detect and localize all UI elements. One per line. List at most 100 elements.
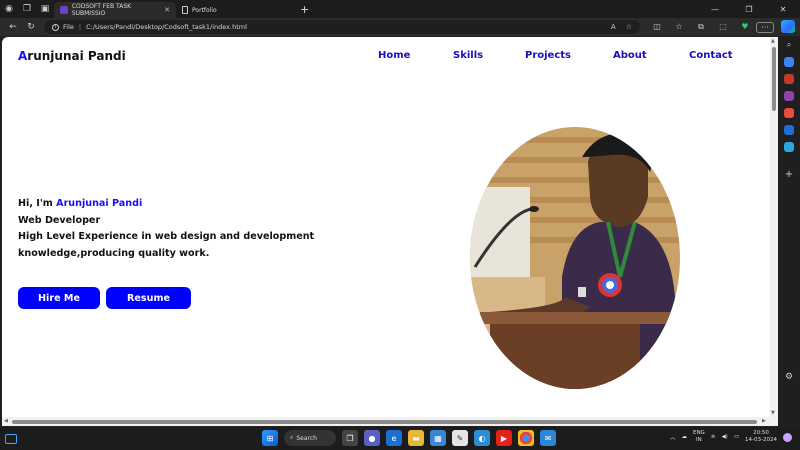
office-icon[interactable]	[784, 108, 794, 118]
favorites-icon[interactable]: ☆	[668, 22, 690, 33]
lang-bottom: IN	[696, 437, 702, 443]
page-viewport: Arunjunai Pandi Home Skills Projects Abo…	[2, 37, 778, 426]
vscode-icon[interactable]: ◐	[474, 430, 490, 446]
outlook-icon[interactable]	[784, 125, 794, 135]
forms-favicon-icon	[60, 6, 68, 14]
address-bar[interactable]: i File | C:/Users/Pandi/Desktop/Codsoft_…	[44, 20, 640, 34]
new-tab-icon[interactable]: +	[300, 3, 309, 16]
profile-icon[interactable]: ◉	[0, 0, 18, 18]
nav-contact[interactable]: Contact	[689, 50, 733, 61]
clock-date: 14-03-2024	[745, 437, 777, 443]
taskbar-apps: ⊞ ⌕ Search ❐ ● e ▬ ▦ ✎ ◐ ▶ ✉	[262, 430, 556, 446]
nav-home[interactable]: Home	[378, 50, 410, 61]
settings-icon[interactable]: ⚙	[784, 372, 794, 382]
cloud-icon[interactable]: ☁	[681, 434, 687, 440]
system-tray: ︿ ☁ ENG IN ≋ ◀) ▭ 20:50 14-03-2024	[670, 430, 792, 444]
more-options-icon[interactable]: ···	[756, 21, 774, 33]
url-text: C:/Users/Pandi/Desktop/Codsoft_task1/ind…	[86, 23, 247, 31]
search-icon: ⌕	[290, 434, 294, 441]
close-window-icon[interactable]: ✕	[766, 5, 800, 14]
scroll-down-icon[interactable]: ▼	[771, 410, 775, 416]
taskbar-search[interactable]: ⌕ Search	[284, 430, 336, 446]
scheme-label: File	[63, 23, 74, 31]
search-label: Search	[296, 434, 317, 442]
taskbar: ⊞ ⌕ Search ❐ ● e ▬ ▦ ✎ ◐ ▶ ✉ ︿ ☁ ENG IN …	[0, 427, 800, 450]
horizontal-scrollbar[interactable]: ◀ ▶	[2, 417, 778, 426]
tab-portfolio[interactable]: Portfolio	[176, 2, 296, 18]
mail-icon[interactable]: ✉	[540, 430, 556, 446]
collections-icon[interactable]: ⧉	[690, 22, 712, 33]
task-view-icon[interactable]: ❐	[342, 430, 358, 446]
logo-rest: runjunai Pandi	[27, 49, 126, 63]
edge-sidebar: ⌕ + ⚙	[778, 36, 800, 427]
restore-icon[interactable]: ❐	[732, 5, 766, 14]
intro-text: Hi, I'm Arunjunai Pandi Web Developer Hi…	[18, 196, 314, 262]
tab-codsoft[interactable]: CODSOFT FEB TASK SUBMISSIO ✕	[54, 2, 176, 18]
notepad-icon[interactable]: ✎	[452, 430, 468, 446]
store-icon[interactable]: ▦	[430, 430, 446, 446]
read-aloud-icon[interactable]: A	[611, 23, 616, 31]
vertical-scrollbar[interactable]: ▲ ▼	[770, 37, 778, 417]
send-icon[interactable]	[784, 142, 794, 152]
lang-top: ENG	[692, 430, 705, 436]
profile-photo	[470, 127, 680, 389]
clock[interactable]: 20:50 14-03-2024	[745, 430, 777, 444]
logo-first-letter: A	[18, 49, 28, 63]
chrome-icon[interactable]	[518, 430, 534, 446]
resume-button[interactable]: Resume	[106, 287, 191, 309]
workspaces-icon[interactable]: ❐	[18, 0, 36, 18]
favorite-star-icon[interactable]: ☆	[626, 23, 632, 31]
volume-icon[interactable]: ◀)	[721, 434, 727, 440]
browser-window: ◉ ❐ ▣ CODSOFT FEB TASK SUBMISSIO ✕ Portf…	[0, 0, 800, 450]
role-line: Web Developer	[18, 214, 101, 226]
browser-essentials-icon[interactable]: ♥	[734, 22, 756, 33]
navigation-bar: ← ↻ i File | C:/Users/Pandi/Desktop/Cods…	[0, 18, 800, 36]
clock-time: 20:50	[753, 430, 769, 436]
wifi-icon[interactable]: ≋	[711, 434, 716, 440]
description-line: knowledge,producing quality work.	[18, 247, 210, 259]
file-explorer-icon[interactable]: ▬	[408, 430, 424, 446]
shopping-icon[interactable]	[784, 57, 794, 67]
search-icon[interactable]: ⌕	[784, 40, 794, 50]
tab-label: Portfolio	[192, 6, 217, 14]
refresh-icon[interactable]: ↻	[22, 22, 40, 32]
hero-name: Arunjunai Pandi	[56, 198, 143, 209]
separator: |	[78, 23, 82, 31]
scroll-right-icon[interactable]: ▶	[762, 418, 766, 424]
horizontal-scroll-thumb[interactable]	[12, 420, 757, 424]
greeting: Hi, I'm	[18, 198, 57, 209]
add-sidebar-icon[interactable]: +	[784, 169, 794, 180]
edge-icon[interactable]: e	[386, 430, 402, 446]
tab-strip: ◉ ❐ ▣ CODSOFT FEB TASK SUBMISSIO ✕ Portf…	[0, 0, 800, 18]
extensions-icon[interactable]: ⬚	[712, 22, 734, 33]
nav-about[interactable]: About	[613, 50, 647, 61]
greeting-line: Hi, I'm Arunjunai Pandi	[18, 196, 314, 213]
youtube-icon[interactable]: ▶	[496, 430, 512, 446]
description-line: High Level Experience in web design and …	[18, 231, 315, 242]
tab-actions-icon[interactable]: ▣	[36, 0, 54, 18]
nav-skills[interactable]: Skills	[453, 50, 483, 61]
windows-start-icon[interactable]: ⊞	[262, 430, 278, 446]
minimize-icon[interactable]: —	[698, 5, 732, 14]
tools-icon[interactable]	[784, 74, 794, 84]
scroll-up-icon[interactable]: ▲	[771, 38, 775, 44]
chevron-up-icon[interactable]: ︿	[670, 433, 676, 441]
vertical-scroll-thumb[interactable]	[772, 47, 776, 111]
copilot-icon[interactable]	[781, 20, 795, 33]
notification-icon[interactable]	[783, 432, 792, 442]
language-indicator[interactable]: ENG IN	[693, 430, 705, 444]
games-icon[interactable]	[784, 91, 794, 101]
hire-me-button[interactable]: Hire Me	[18, 287, 100, 309]
scroll-left-icon[interactable]: ◀	[4, 418, 8, 424]
file-favicon-icon	[182, 6, 188, 14]
battery-icon[interactable]: ▭	[734, 434, 739, 440]
info-icon[interactable]: i	[52, 23, 59, 31]
widgets-icon[interactable]	[5, 433, 17, 444]
back-icon[interactable]: ←	[4, 22, 22, 32]
nav-projects[interactable]: Projects	[525, 50, 571, 61]
close-tab-icon[interactable]: ✕	[164, 6, 170, 14]
teams-icon[interactable]: ●	[364, 430, 380, 446]
split-screen-icon[interactable]: ◫	[646, 22, 668, 33]
site-logo[interactable]: Arunjunai Pandi	[18, 49, 126, 63]
site-header: Arunjunai Pandi Home Skills Projects Abo…	[2, 37, 770, 77]
